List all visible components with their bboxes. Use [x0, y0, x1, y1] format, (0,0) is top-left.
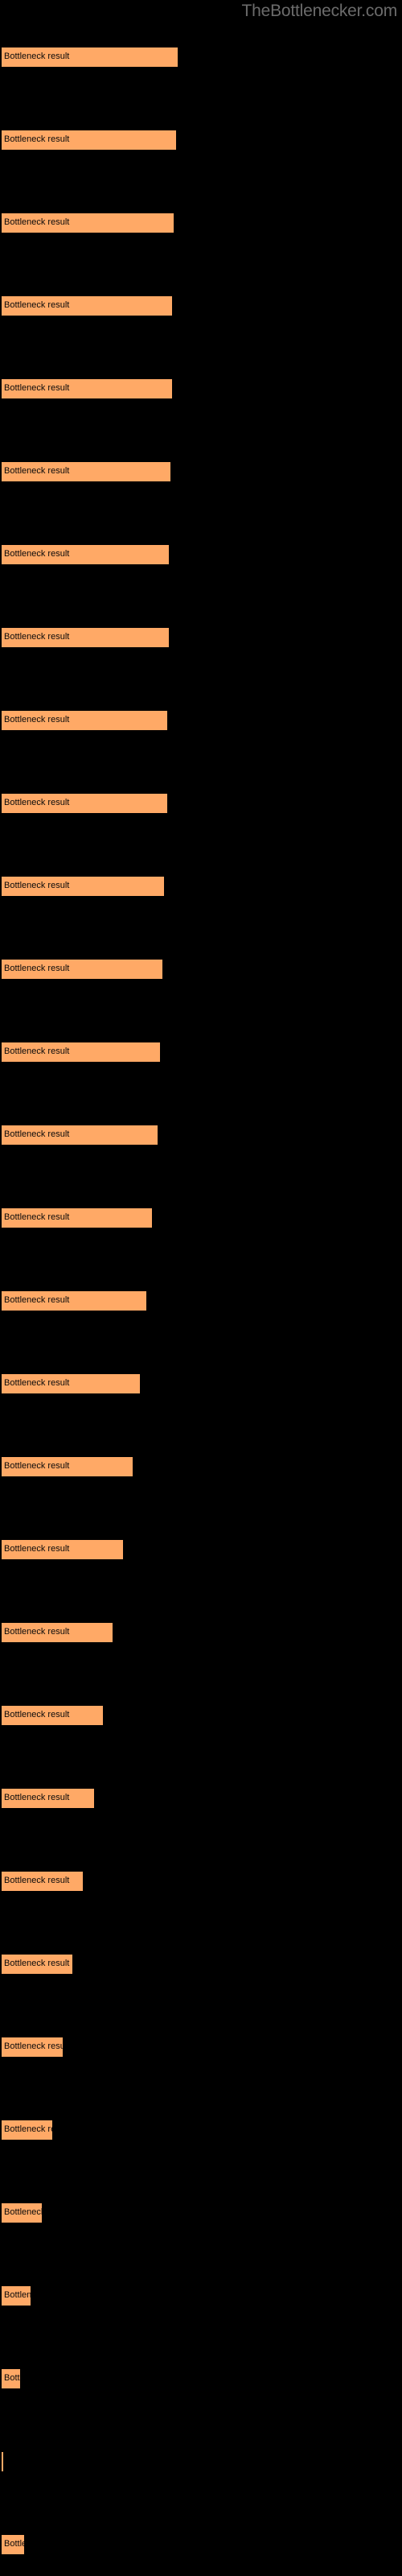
- bar-label-clip: Bottleneck result: [2, 47, 178, 67]
- bar-label: Bottleneck result: [4, 1129, 70, 1139]
- bar-label-clip: Bottleneck result: [2, 1042, 160, 1062]
- bar-label-clip: Bottleneck result: [2, 1871, 83, 1891]
- bar-item[interactable]: Bottleneck result: [0, 2285, 402, 2306]
- bar-label-clip: Bottleneck result: [2, 1373, 140, 1393]
- bar-label-clip: Bottleneck result: [2, 461, 170, 481]
- bar-item[interactable]: Bottleneck result: [0, 2120, 402, 2140]
- bar-label-clip: Bottleneck result: [2, 2368, 20, 2388]
- bar-label-clip: Bottleneck result: [2, 2202, 42, 2223]
- bar-label: Bottleneck result: [4, 1212, 70, 1222]
- bar-item[interactable]: Bottleneck result: [0, 1622, 402, 1642]
- bar-label: Bottleneck result: [4, 2290, 31, 2300]
- bar-item[interactable]: Bottleneck result: [0, 1871, 402, 1891]
- bar-label-clip: Bottleneck result: [2, 959, 162, 979]
- bottleneck-bar-chart: TheBottlenecker.com Bottleneck result Bot…: [0, 0, 402, 2576]
- bar-label: Bottleneck result: [4, 632, 70, 642]
- bar-label-clip: Bottleneck result: [2, 295, 172, 316]
- bar-label: Bottleneck result: [4, 798, 70, 807]
- bar-item[interactable]: Bottleneck result: [0, 461, 402, 481]
- bar-label-clip: Bottleneck result: [2, 793, 167, 813]
- bar-label: Bottleneck result: [4, 2041, 63, 2051]
- bar-item[interactable]: Bottleneck result: [0, 295, 402, 316]
- bar-label: Bottleneck result: [4, 1959, 70, 1968]
- bars-layer: Bottleneck result Bottleneck result Bottle…: [0, 0, 402, 2576]
- bar-item[interactable]: Bottleneck result: [0, 793, 402, 813]
- bar-label: Bottleneck result: [4, 964, 70, 973]
- bar-item[interactable]: Bottleneck result: [0, 2534, 402, 2554]
- bar-label: Bottleneck result: [4, 881, 70, 890]
- bar-item[interactable]: Bottleneck result: [0, 47, 402, 67]
- bar-item[interactable]: Bottleneck result: [0, 1705, 402, 1725]
- bar-label-clip: Bottleneck result: [2, 2451, 3, 2471]
- bar-label: Bottleneck result: [4, 549, 70, 559]
- bar-label-clip: Bottleneck result: [2, 710, 167, 730]
- bar-label: Bottleneck result: [4, 1544, 70, 1554]
- bar-label: Bottleneck result: [4, 217, 70, 227]
- bar-label: Bottleneck result: [4, 383, 70, 393]
- bar-label-clip: Bottleneck result: [2, 2534, 24, 2554]
- bar-label-clip: Bottleneck result: [2, 876, 164, 896]
- bar-label-clip: Bottleneck result: [2, 1705, 103, 1725]
- bar-label: Bottleneck result: [4, 466, 70, 476]
- bar-item[interactable]: Bottleneck result: [0, 213, 402, 233]
- bar-item[interactable]: Bottleneck result: [0, 544, 402, 564]
- bar-item[interactable]: Bottleneck result: [0, 2202, 402, 2223]
- bar-item[interactable]: Bottleneck result: [0, 959, 402, 979]
- bar-label-clip: Bottleneck result: [2, 1539, 123, 1559]
- bar-label: Bottleneck result: [4, 1461, 70, 1471]
- bar-item[interactable]: Bottleneck result: [0, 627, 402, 647]
- bar-item[interactable]: Bottleneck result: [0, 1125, 402, 1145]
- bar-label: Bottleneck result: [4, 1710, 70, 1719]
- bar-item[interactable]: Bottleneck result: [0, 2037, 402, 2057]
- bar-label-clip: Bottleneck result: [2, 1788, 94, 1808]
- bar-label-clip: Bottleneck result: [2, 1456, 133, 1476]
- bar-label-clip: Bottleneck result: [2, 1290, 146, 1311]
- bar-label-clip: Bottleneck result: [2, 2285, 31, 2306]
- bar-label: Bottleneck result: [4, 1627, 70, 1637]
- bar-label: Bottleneck result: [4, 2373, 20, 2383]
- bar-item[interactable]: Bottleneck result: [0, 1456, 402, 1476]
- bar-label-clip: Bottleneck result: [2, 2120, 52, 2140]
- bar-item[interactable]: Bottleneck result: [0, 710, 402, 730]
- bar-item[interactable]: Bottleneck result: [0, 1208, 402, 1228]
- bar-label-clip: Bottleneck result: [2, 627, 169, 647]
- bar-label: Bottleneck result: [4, 1046, 70, 1056]
- bar-label: Bottleneck result: [4, 2539, 24, 2549]
- bar-label-clip: Bottleneck result: [2, 130, 176, 150]
- bar-label: Bottleneck result: [4, 300, 70, 310]
- bar-label: Bottleneck result: [4, 715, 70, 724]
- bar-item[interactable]: Bottleneck result: [0, 1373, 402, 1393]
- bar-label-clip: Bottleneck result: [2, 1208, 152, 1228]
- bar-label: Bottleneck result: [4, 2124, 52, 2134]
- bar-item[interactable]: Bottleneck result: [0, 1954, 402, 1974]
- bar-item[interactable]: Bottleneck result: [0, 1042, 402, 1062]
- bar-label-clip: Bottleneck result: [2, 1622, 113, 1642]
- bar-label-clip: Bottleneck result: [2, 378, 172, 398]
- bar-item[interactable]: Bottleneck result: [0, 130, 402, 150]
- bar-label-clip: Bottleneck result: [2, 2037, 63, 2057]
- bar-item[interactable]: Bottleneck result: [0, 378, 402, 398]
- bar-label: Bottleneck result: [4, 1378, 70, 1388]
- bar-label-clip: Bottleneck result: [2, 1125, 158, 1145]
- bar-label-clip: Bottleneck result: [2, 1954, 72, 1974]
- bar-item[interactable]: Bottleneck result: [0, 1539, 402, 1559]
- bar-item[interactable]: Bottleneck result: [0, 1290, 402, 1311]
- bar-item[interactable]: Bottleneck result: [0, 876, 402, 896]
- bar-label: Bottleneck result: [4, 2207, 42, 2217]
- bar-item[interactable]: Bottleneck result: [0, 1788, 402, 1808]
- bar-label: Bottleneck result: [4, 52, 70, 61]
- bar-label: Bottleneck result: [4, 1295, 70, 1305]
- bar-label: Bottleneck result: [4, 1876, 70, 1885]
- bar-label-clip: Bottleneck result: [2, 544, 169, 564]
- bar-label: Bottleneck result: [4, 1793, 70, 1802]
- bar-item[interactable]: Bottleneck result: [0, 2368, 402, 2388]
- bar-label-clip: Bottleneck result: [2, 213, 174, 233]
- bar-item[interactable]: Bottleneck result: [0, 2451, 402, 2471]
- bar-label: Bottleneck result: [4, 134, 70, 144]
